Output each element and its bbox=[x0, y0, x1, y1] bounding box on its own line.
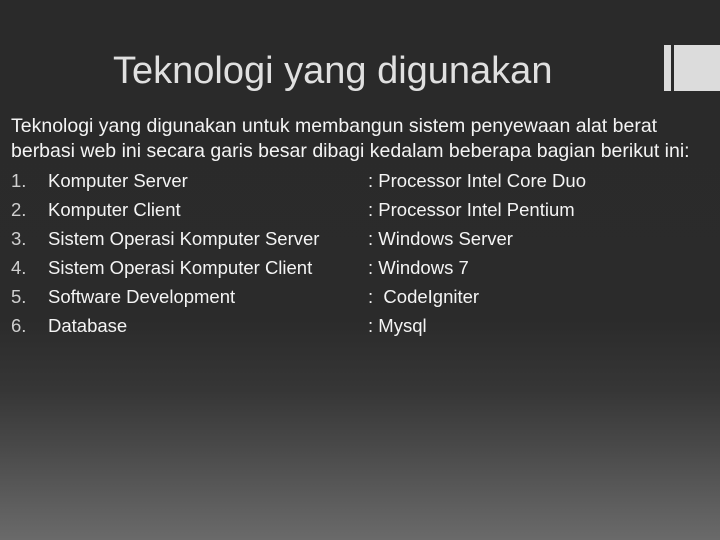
slide-title: Teknologi yang digunakan bbox=[113, 50, 553, 92]
list-item: 5. Software Development : CodeIgniter bbox=[11, 282, 711, 311]
item-name: Sistem Operasi Komputer Client bbox=[48, 257, 313, 278]
intro-paragraph: Teknologi yang digunakan untuk membangun… bbox=[11, 114, 720, 164]
list-item: 2. Komputer Client : Processor Intel Pen… bbox=[11, 195, 711, 224]
item-name: Sistem Operasi Komputer Server bbox=[48, 228, 320, 249]
decorative-bar bbox=[664, 45, 671, 91]
item-name: Komputer Client bbox=[48, 199, 181, 220]
item-number: 3. bbox=[11, 228, 27, 249]
item-number: 1. bbox=[11, 170, 27, 191]
list-item: 3. Sistem Operasi Komputer Server : Wind… bbox=[11, 224, 711, 253]
technology-list: 1. Komputer Server : Processor Intel Cor… bbox=[11, 166, 711, 340]
item-number: 5. bbox=[11, 286, 27, 307]
item-number: 4. bbox=[11, 257, 27, 278]
item-value: : CodeIgniter bbox=[368, 286, 480, 307]
item-value: : Windows Server bbox=[368, 228, 513, 249]
item-name: Database bbox=[48, 315, 128, 336]
item-number: 2. bbox=[11, 199, 27, 220]
item-name: Software Development bbox=[48, 286, 236, 307]
item-value: : Processor Intel Pentium bbox=[368, 199, 575, 220]
list-item: 6. Database : Mysql bbox=[11, 311, 711, 340]
list-item: 1. Komputer Server : Processor Intel Cor… bbox=[11, 166, 711, 195]
decorative-block bbox=[674, 45, 720, 91]
item-value: : Mysql bbox=[368, 315, 427, 336]
list-item: 4. Sistem Operasi Komputer Client : Wind… bbox=[11, 253, 711, 282]
intro-line-1: Teknologi yang digunakan untuk membangun… bbox=[11, 115, 658, 137]
intro-line-2: berbasi web ini secara garis besar dibag… bbox=[11, 140, 690, 162]
item-name: Komputer Server bbox=[48, 170, 188, 191]
item-value: : Processor Intel Core Duo bbox=[368, 170, 586, 191]
item-number: 6. bbox=[11, 315, 27, 336]
item-value: : Windows 7 bbox=[368, 257, 469, 278]
